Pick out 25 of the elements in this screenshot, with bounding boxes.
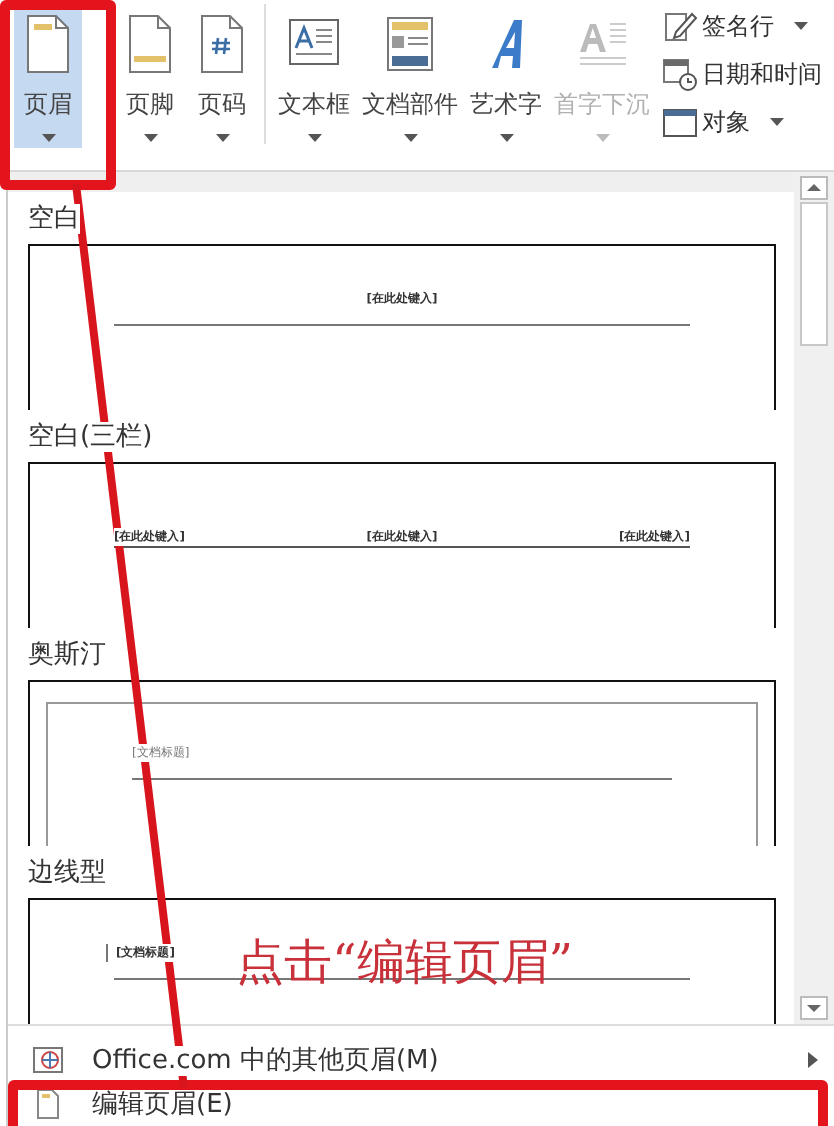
- template-name: 空白: [28, 204, 80, 234]
- template-name: 空白(三栏): [28, 422, 153, 452]
- ribbon-button[interactable]: 文本框: [274, 4, 354, 148]
- scroll-up-icon[interactable]: [800, 176, 828, 200]
- ribbon-button[interactable]: 对象: [660, 100, 824, 144]
- calendar-clock-icon: [662, 56, 698, 92]
- ribbon-button[interactable]: 日期和时间: [660, 52, 824, 96]
- ribbon-button[interactable]: 文档部件: [358, 4, 462, 148]
- globe-page-icon: [32, 1044, 64, 1076]
- scrollbar[interactable]: [794, 172, 834, 1024]
- ribbon-button[interactable]: 签名行: [660, 4, 824, 48]
- ribbon-button[interactable]: 艺术字: [466, 4, 546, 148]
- signature-pen-icon: [662, 8, 698, 44]
- ribbon-button[interactable]: 页眉: [14, 4, 82, 148]
- template-name: 奥斯汀: [28, 640, 106, 670]
- scroll-thumb[interactable]: [800, 202, 828, 346]
- annotation-text: 点击“编辑页眉”: [236, 932, 574, 994]
- menu-item[interactable]: Office.com 中的其他页眉(M): [8, 1038, 834, 1082]
- window-icon: [662, 104, 698, 140]
- menu-item[interactable]: 编辑页眉(E): [8, 1082, 834, 1126]
- ribbon-button[interactable]: 页码: [188, 4, 256, 148]
- ribbon-button[interactable]: 页脚: [116, 4, 184, 148]
- template-name: 边线型: [28, 858, 106, 888]
- scroll-down-icon[interactable]: [800, 996, 828, 1020]
- page-icon: [32, 1088, 64, 1120]
